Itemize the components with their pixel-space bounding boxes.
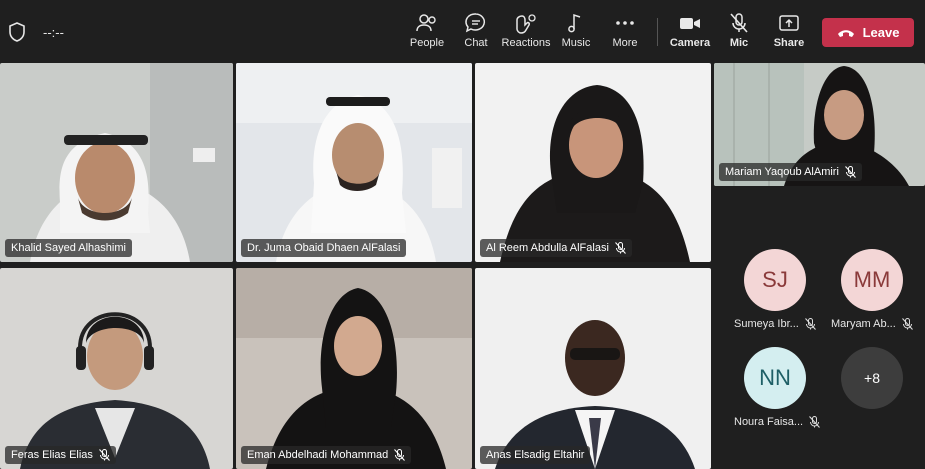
leave-label: Leave (862, 25, 900, 40)
participant-nametag: Khalid Sayed Alhashimi (5, 239, 132, 257)
video-tile[interactable]: Mariam Yaqoub AlAmiri (714, 63, 925, 186)
participant-nametag: Eman Abdelhadi Mohammad (241, 446, 412, 464)
share-label: Share (773, 37, 805, 49)
leave-button[interactable]: Leave (822, 18, 914, 47)
participant-avatar[interactable]: SJ (744, 249, 806, 311)
participant-avatar-name: Noura Faisa... (734, 416, 821, 428)
meeting-timer: --:-- (43, 25, 64, 40)
mic-off-icon (845, 166, 856, 178)
participant-name: Khalid Sayed Alhashimi (11, 242, 126, 254)
video-tile[interactable]: Feras Elias Elias (0, 268, 233, 469)
participant-name: Anas Elsadig Eltahir (486, 449, 585, 461)
more-participants-count: +8 (864, 370, 880, 386)
avatar-initials: NN (759, 365, 791, 390)
mic-off-icon (804, 318, 816, 330)
people-button[interactable]: People (399, 12, 455, 52)
music-label: Music (561, 37, 591, 49)
reactions-icon (516, 14, 536, 34)
participant-nametag: Al Reem Abdulla AlFalasi (480, 239, 632, 257)
participant-avatar[interactable]: NN (744, 347, 806, 409)
mic-off-icon (809, 416, 821, 428)
mic-off-icon (99, 449, 110, 461)
participant-nametag: Anas Elsadig Eltahir (480, 446, 591, 464)
more-participants-button[interactable]: +8 (841, 347, 903, 409)
participant-video (475, 63, 711, 262)
meeting-toolbar: --:-- People Chat Reactions Music More C… (0, 0, 925, 62)
participant-name: Noura Faisa... (734, 416, 804, 428)
mic-off-icon (394, 449, 406, 461)
people-icon (416, 14, 436, 32)
mic-label: Mic (729, 37, 749, 49)
participant-name: Sumeya Ibr... (734, 318, 799, 330)
participant-video (0, 63, 233, 262)
music-icon (568, 13, 581, 33)
participant-avatar-name: Sumeya Ibr... (734, 318, 816, 330)
mic-button[interactable]: Mic (711, 12, 767, 52)
avatar-initials: SJ (762, 267, 788, 292)
participant-name: Feras Elias Elias (11, 449, 93, 461)
participant-avatar-name: Maryam Ab... (831, 318, 913, 330)
participant-nametag: Mariam Yaqoub AlAmiri (719, 163, 862, 181)
participant-name: Al Reem Abdulla AlFalasi (486, 242, 609, 254)
shield-icon[interactable] (8, 22, 26, 42)
participant-name: Maryam Ab... (831, 318, 896, 330)
music-button[interactable]: Music (548, 12, 604, 52)
video-tile[interactable]: Eman Abdelhadi Mohammad (236, 268, 472, 469)
people-label: People (409, 37, 445, 49)
chat-label: Chat (464, 37, 488, 49)
participant-video (236, 63, 472, 262)
participant-name: Dr. Juma Obaid Dhaen AlFalasi (247, 242, 401, 254)
avatar-initials: MM (853, 267, 891, 292)
video-tile[interactable]: Khalid Sayed Alhashimi (0, 63, 233, 262)
participant-video (475, 268, 711, 469)
phone-hangup-icon (837, 29, 854, 37)
participant-avatar[interactable]: MM (841, 249, 903, 311)
participant-name: Mariam Yaqoub AlAmiri (725, 166, 839, 178)
participant-nametag: Dr. Juma Obaid Dhaen AlFalasi (241, 239, 407, 257)
video-tile[interactable]: Anas Elsadig Eltahir (475, 268, 711, 469)
more-icon (616, 21, 634, 25)
video-tile[interactable]: Al Reem Abdulla AlFalasi (475, 63, 711, 262)
mic-off-icon (614, 242, 626, 254)
participant-nametag: Feras Elias Elias (5, 446, 116, 464)
mic-off-icon (730, 13, 748, 33)
share-icon (779, 15, 799, 31)
camera-button[interactable]: Camera (662, 12, 718, 52)
more-label: More (612, 37, 638, 49)
camera-label: Camera (669, 37, 711, 49)
participant-video (0, 268, 233, 469)
chat-button[interactable]: Chat (448, 12, 504, 52)
mic-off-icon (901, 318, 913, 330)
camera-icon (680, 18, 700, 29)
toolbar-divider (657, 18, 658, 46)
video-tile-active-speaker[interactable]: Dr. Juma Obaid Dhaen AlFalasi (236, 63, 472, 262)
share-button[interactable]: Share (761, 12, 817, 52)
participant-video (236, 268, 472, 469)
reactions-button[interactable]: Reactions (498, 12, 554, 52)
reactions-label: Reactions (501, 37, 551, 49)
participant-name: Eman Abdelhadi Mohammad (247, 449, 389, 461)
more-button[interactable]: More (597, 12, 653, 52)
chat-icon (465, 13, 485, 33)
